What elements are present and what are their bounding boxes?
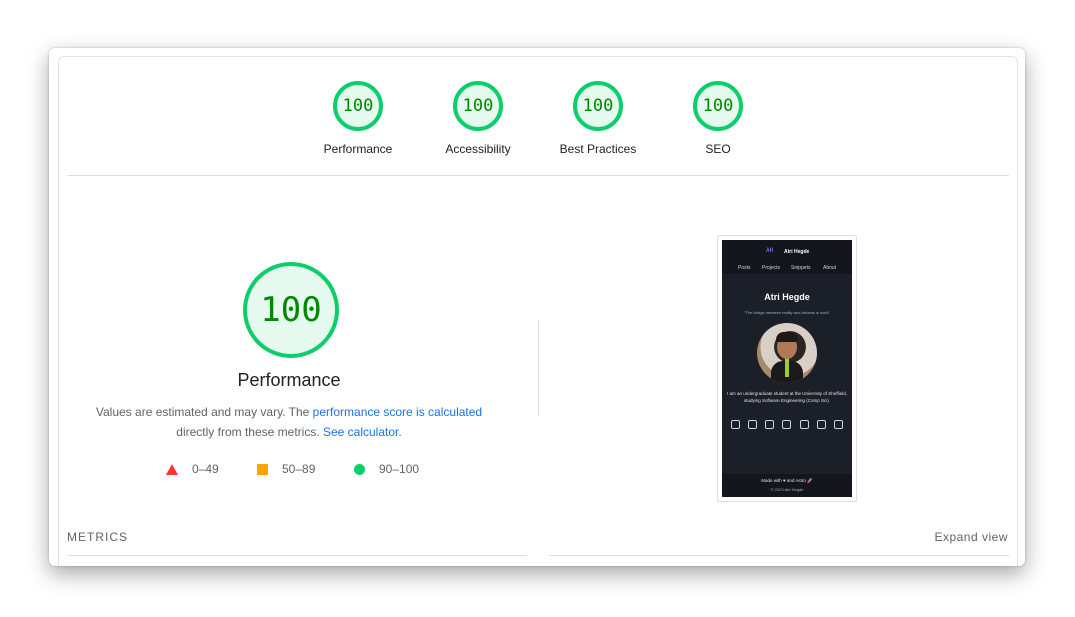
gauge-label: Best Practices xyxy=(559,142,637,156)
square-icon xyxy=(257,463,268,475)
performance-score-gauge: 100 xyxy=(243,262,339,358)
site-header: AH Atri Hegde Posts Projects Snippets Ab… xyxy=(722,240,852,274)
desc-text: directly from these metrics. xyxy=(176,425,323,439)
triangle-icon xyxy=(166,463,178,475)
social-icons xyxy=(731,420,843,429)
github-icon xyxy=(748,420,758,429)
legend-average: 50–89 xyxy=(257,462,315,476)
site-quote: "The bridge between reality and dreams i… xyxy=(744,310,830,315)
nav-snippets: Snippets xyxy=(791,265,811,271)
gauge-label: Performance xyxy=(323,142,393,156)
expand-view-button[interactable]: Expand view xyxy=(934,530,1008,544)
score-legend: 0–49 50–89 90–100 xyxy=(59,462,519,482)
circle-icon xyxy=(354,463,365,475)
gitlab-icon xyxy=(765,420,775,429)
desc-text: . xyxy=(398,425,402,439)
screenshot-screen: AH Atri Hegde Posts Projects Snippets Ab… xyxy=(722,240,852,497)
footer-copyright: © 2023 Atri Hegde xyxy=(770,487,804,492)
gauge-best-practices[interactable]: 100 Best Practices xyxy=(538,81,658,156)
gauge-label: SEO xyxy=(705,142,731,156)
stackoverflow-icon xyxy=(799,420,809,429)
youtube-icon xyxy=(782,420,792,429)
legend-range: 90–100 xyxy=(379,462,420,476)
divider xyxy=(67,555,527,556)
gauge-score: 100 xyxy=(693,81,743,131)
gauge-score: 100 xyxy=(333,81,383,131)
see-calculator-link[interactable]: See calculator xyxy=(323,425,398,439)
divider xyxy=(67,175,1009,176)
legend-fail: 0–49 xyxy=(166,462,219,476)
final-screenshot[interactable]: AH Atri Hegde Posts Projects Snippets Ab… xyxy=(717,235,857,502)
gauge-performance[interactable]: 100 Performance xyxy=(298,81,418,156)
legend-range: 0–49 xyxy=(192,462,219,476)
category-gauges: 100 Performance 100 Accessibility 100 Be… xyxy=(59,57,1017,175)
metrics-heading: METRICS xyxy=(67,530,128,544)
report-panel: 100 Performance 100 Accessibility 100 Be… xyxy=(58,56,1018,566)
site-logo: AH xyxy=(766,247,774,254)
footer-made: Made with ♥ and Astro 🚀 xyxy=(761,478,813,483)
gauge-score: 100 xyxy=(453,81,503,131)
avatar xyxy=(757,323,817,383)
rss-icon xyxy=(833,420,843,429)
divider xyxy=(549,555,1009,556)
gauge-accessibility[interactable]: 100 Accessibility xyxy=(418,81,538,156)
performance-description: Values are estimated and may vary. The p… xyxy=(79,402,499,442)
legend-pass: 90–100 xyxy=(354,462,419,476)
desc-text: Values are estimated and may vary. The xyxy=(95,405,313,419)
site-title: Atri Hegde xyxy=(764,292,810,302)
gauge-label: Accessibility xyxy=(445,142,511,156)
nav-projects: Projects xyxy=(762,265,781,271)
site-name: Atri Hegde xyxy=(784,249,810,255)
vertical-divider xyxy=(538,320,539,416)
linkedin-icon xyxy=(731,420,740,429)
gauge-score: 100 xyxy=(573,81,623,131)
report-window: 100 Performance 100 Accessibility 100 Be… xyxy=(49,48,1025,566)
site-footer: Made with ♥ and Astro 🚀 © 2023 Atri Hegd… xyxy=(722,474,852,497)
legend-range: 50–89 xyxy=(282,462,316,476)
site-bio: I am an undergraduate student at the Uni… xyxy=(727,391,847,403)
performance-title: Performance xyxy=(237,370,341,390)
nav-about: About xyxy=(823,265,837,271)
score-calculated-link[interactable]: performance score is calculated xyxy=(313,405,482,419)
mail-icon xyxy=(816,420,826,429)
nav-posts: Posts xyxy=(738,265,751,271)
gauge-seo[interactable]: 100 SEO xyxy=(658,81,778,156)
